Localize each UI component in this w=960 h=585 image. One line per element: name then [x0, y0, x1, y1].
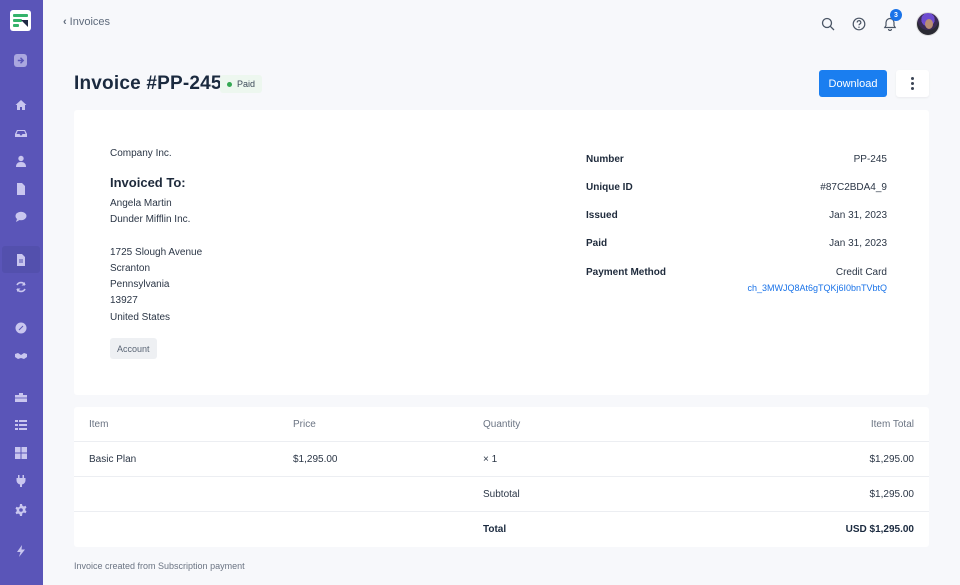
column-header-price: Price [293, 418, 316, 430]
toolbox-icon [15, 393, 27, 402]
status-dot-icon [227, 81, 232, 87]
sidebar-item-lists[interactable] [11, 415, 31, 435]
meta-value: Credit Card [835, 267, 887, 278]
invoice-details-card: Company Inc. Invoiced To: Angela Martin … [74, 110, 929, 395]
address-zip: 13927 [110, 295, 138, 306]
download-button[interactable]: Download [819, 70, 887, 97]
meta-value: #87C2BDA4_9 [820, 182, 887, 193]
gear-icon [15, 504, 27, 516]
column-header-item: Item [89, 418, 109, 430]
account-button[interactable]: Account [110, 338, 157, 359]
sidebar [0, 0, 43, 585]
sidebar-item-subscriptions[interactable] [11, 277, 31, 297]
table-row: Basic Plan $1,295.00 × 1 $1,295.00 [74, 442, 929, 477]
handshake-icon [15, 353, 27, 359]
notification-count-badge: 3 [890, 9, 902, 21]
file-icon [17, 183, 25, 195]
meta-value: Jan 31, 2023 [829, 210, 887, 221]
invoice-icon [17, 253, 25, 266]
meta-row-paid: Paid Jan 31, 2023 [586, 238, 887, 249]
recipient-name: Angela Martin [110, 198, 172, 209]
total-row: Total USD $1,295.00 [74, 512, 929, 547]
back-link-label: Invoices [69, 16, 111, 28]
home-icon [15, 100, 27, 110]
invoice-source-note: Invoice created from Subscription paymen… [74, 561, 245, 571]
meta-row-unique-id: Unique ID #87C2BDA4_9 [586, 182, 887, 193]
meta-label: Paid [586, 238, 608, 249]
column-header-quantity: Quantity [483, 418, 521, 430]
back-to-invoices-link[interactable]: ‹ Invoices [63, 16, 110, 28]
meta-value: PP-245 [853, 154, 887, 165]
more-vertical-icon [911, 77, 914, 90]
grid-icon [15, 447, 27, 459]
sidebar-item-affiliates[interactable] [11, 346, 31, 366]
user-icon [16, 155, 26, 167]
sidebar-item-home[interactable] [11, 95, 31, 115]
address-country: United States [110, 312, 171, 323]
bolt-icon [17, 545, 25, 557]
table-header-row: Item Price Quantity Item Total [74, 407, 929, 442]
item-name: Basic Plan [89, 453, 137, 465]
more-options-button[interactable] [896, 70, 929, 97]
list-icon [15, 420, 27, 430]
column-header-item-total: Item Total [870, 418, 914, 430]
search-button[interactable] [818, 14, 838, 34]
meta-row-issued: Issued Jan 31, 2023 [586, 210, 887, 221]
item-quantity: × 1 [483, 453, 498, 465]
plug-icon [16, 475, 26, 487]
sidebar-item-inbox[interactable] [11, 123, 31, 143]
total-value: USD $1,295.00 [845, 524, 914, 535]
help-icon [852, 17, 866, 31]
sidebar-item-apps[interactable] [11, 443, 31, 463]
meta-value: Jan 31, 2023 [829, 238, 887, 249]
sidebar-item-users[interactable] [11, 151, 31, 171]
sidebar-item-documents[interactable] [11, 179, 31, 199]
arrow-right-icon [17, 57, 25, 64]
charge-id-link[interactable]: ch_3MWJQ8At6gTQKj6I0bnTVbtQ [747, 283, 887, 293]
expand-sidebar-button[interactable] [14, 54, 27, 67]
sidebar-item-tools[interactable] [11, 387, 31, 407]
sidebar-item-integrations[interactable] [11, 471, 31, 491]
help-button[interactable] [849, 14, 869, 34]
page-title: Invoice #PP-245 [74, 73, 222, 94]
address-street: 1725 Slough Avenue [110, 247, 203, 258]
address-city: Scranton [110, 263, 151, 274]
invoiced-to-heading: Invoiced To: [110, 175, 186, 190]
address-state: Pennsylvania [110, 279, 170, 290]
sidebar-item-messages[interactable] [11, 207, 31, 227]
recipient-company: Dunder Mifflin Inc. [110, 214, 191, 225]
meta-label: Unique ID [586, 182, 633, 193]
badge-percent-icon [15, 322, 27, 334]
meta-row-number: Number PP-245 [586, 154, 887, 165]
chevron-left-icon: ‹ [63, 16, 67, 28]
item-total: $1,295.00 [869, 453, 915, 465]
line-items-table: Item Price Quantity Item Total Basic Pla… [74, 407, 929, 547]
item-price: $1,295.00 [293, 453, 338, 465]
meta-label: Number [586, 154, 624, 165]
subtotal-label: Subtotal [483, 488, 520, 500]
notifications-button[interactable]: 3 [880, 9, 902, 34]
sidebar-item-discounts[interactable] [11, 318, 31, 338]
top-toolbar: 3 [807, 9, 940, 36]
sidebar-item-settings[interactable] [11, 500, 31, 520]
total-label: Total [483, 524, 507, 535]
meta-label: Payment Method [586, 267, 667, 278]
subtotal-value: $1,295.00 [869, 488, 915, 500]
search-icon [821, 17, 835, 31]
company-name: Company Inc. [110, 148, 172, 159]
status-label: Paid [237, 79, 256, 89]
chat-icon [15, 211, 27, 222]
meta-label: Issued [586, 210, 618, 221]
user-avatar[interactable] [916, 12, 940, 36]
subtotal-row: Subtotal $1,295.00 [74, 477, 929, 512]
sidebar-item-invoices[interactable] [2, 246, 40, 273]
sidebar-item-automations[interactable] [11, 541, 31, 561]
inbox-icon [15, 130, 27, 137]
app-logo[interactable] [10, 10, 31, 31]
status-badge: Paid [220, 75, 263, 93]
meta-row-payment-method: Payment Method Credit Card [586, 267, 887, 278]
refresh-icon [16, 281, 26, 293]
